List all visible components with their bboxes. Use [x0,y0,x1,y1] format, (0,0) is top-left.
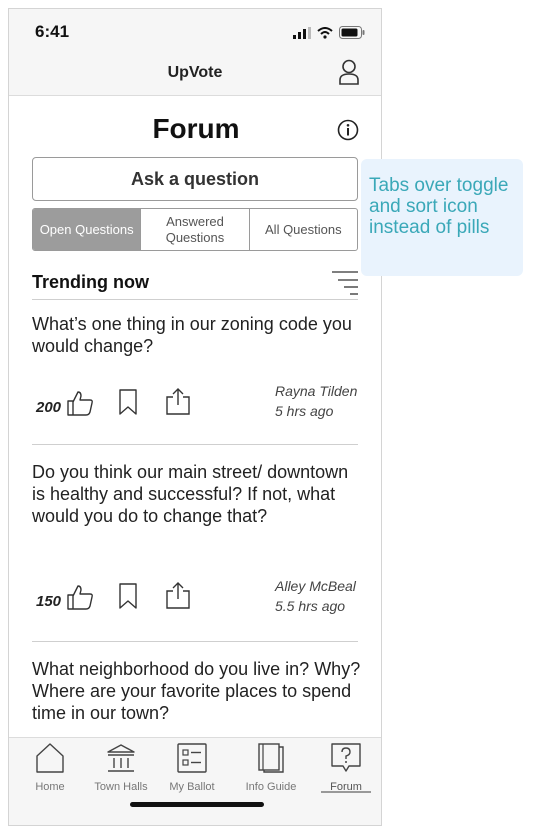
annotation-note: Tabs over toggle and sort icon instead o… [361,159,523,276]
nav-town-halls[interactable]: Town Halls [86,742,156,793]
status-time: 6:41 [35,22,70,41]
divider [32,444,358,445]
question-tabs: Open Questions Answered Questions All Qu… [32,208,358,251]
town-hall-icon [107,744,135,772]
home-indicator [130,802,264,807]
bookmark-icon[interactable] [118,583,138,609]
nav-label: My Ballot [169,781,215,793]
thumbs-up-icon[interactable] [66,389,94,417]
tab-all-questions[interactable]: All Questions [248,209,357,250]
nav-label: Home [35,781,65,793]
bookmark-icon[interactable] [118,389,138,415]
nav-my-ballot[interactable]: My Ballot [157,742,227,793]
profile-icon[interactable] [339,59,359,85]
sort-icon[interactable] [332,271,358,295]
divider [32,641,358,642]
vote-count: 150 [36,593,62,610]
question-text[interactable]: What’s one thing in our zoning code you … [32,313,362,357]
bottom-nav: Home Town Halls My Ballot Info Guide For… [9,737,381,825]
nav-home[interactable]: Home [15,742,85,793]
page-title: Forum [152,113,240,144]
app-title: UpVote [167,64,223,81]
tab-answered-questions[interactable]: Answered Questions [140,209,248,250]
ask-question-button[interactable]: Ask a question [32,157,358,201]
wifi-icon [317,26,333,39]
book-icon [258,743,284,773]
nav-label: Town Halls [94,781,148,793]
divider [32,299,358,300]
status-icons [293,26,365,39]
thumbs-up-icon[interactable] [66,583,94,611]
tab-open-questions[interactable]: Open Questions [33,209,141,250]
forum-icon [331,743,361,772]
info-icon[interactable] [337,119,359,141]
signal-icon [293,26,311,39]
author-name: Alley McBeal [275,578,356,594]
section-title: Trending now [32,272,149,292]
nav-label: Info Guide [245,781,297,793]
author-name: Rayna Tilden [275,383,358,399]
top-bar: 6:41 UpVote [9,9,381,96]
phone-frame: 6:41 UpVote Forum Ask a question Open Qu… [8,8,382,826]
post-time: 5 hrs ago [275,403,334,419]
battery-icon [339,26,365,39]
vote-count: 200 [36,399,62,416]
question-text[interactable]: What neighborhood do you live in? Why? W… [32,658,362,724]
post-time: 5.5 hrs ago [275,598,346,614]
share-icon[interactable] [166,387,190,415]
share-icon[interactable] [166,581,190,609]
author-info: Rayna Tilden 5 hrs ago [275,381,357,421]
ballot-icon [177,743,207,773]
active-tab-indicator [321,791,371,793]
question-text[interactable]: Do you think our main street/ downtown i… [32,461,362,527]
home-icon [36,743,64,773]
author-info: Alley McBeal 5.5 hrs ago [275,576,356,616]
nav-info-guide[interactable]: Info Guide [236,742,306,793]
nav-forum[interactable]: Forum [311,742,381,793]
